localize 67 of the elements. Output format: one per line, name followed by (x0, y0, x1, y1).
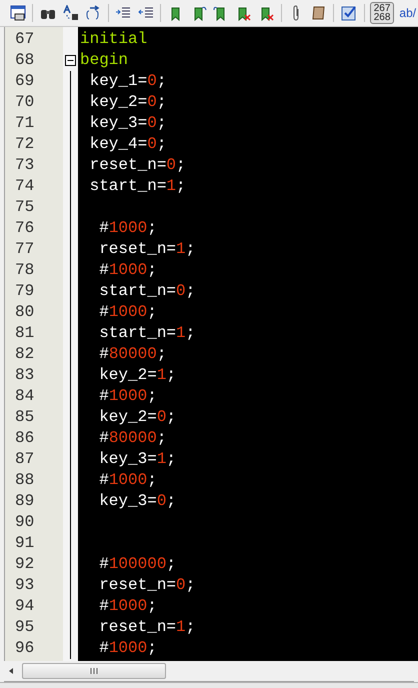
line-number: 69 (14, 71, 36, 92)
checkbox-icon (341, 5, 358, 21)
code-line: key_3=0; (98, 491, 178, 512)
line-number: 85 (14, 407, 36, 428)
scrollbar-thumb[interactable] (22, 663, 166, 679)
code-line: reset_n=0; (88, 155, 187, 176)
code-line: key_2=0; (88, 92, 168, 113)
line-number: 91 (14, 533, 36, 554)
collapse-icon[interactable] (65, 55, 76, 66)
line-number: 71 (14, 113, 36, 134)
code-line: #1000; (98, 302, 158, 323)
code-line: #1000; (98, 218, 158, 239)
code-line: key_3=1; (98, 449, 178, 470)
line-number: 72 (14, 134, 36, 155)
line-number: 82 (14, 344, 36, 365)
line-number: 89 (14, 491, 36, 512)
line-number: 78 (14, 260, 36, 281)
toolbar-button[interactable] (8, 3, 28, 23)
code-line: reset_n=1; (98, 617, 196, 638)
line-number: 81 (14, 323, 36, 344)
brace-arrow-icon (84, 5, 101, 21)
line-numbers-button[interactable]: 267 268 (370, 2, 394, 24)
line-number: 87 (14, 449, 36, 470)
line-number: 88 (14, 470, 36, 491)
word-wrap-button[interactable]: ab/ (397, 6, 418, 20)
code-line: #80000; (98, 344, 168, 365)
code-line: key_2=1; (98, 365, 178, 386)
line-number: 67 (14, 29, 36, 50)
line-number: 70 (14, 92, 36, 113)
code-line: #1000; (98, 386, 158, 407)
code-line: start_n=1; (88, 176, 187, 197)
line-number: 83 (14, 365, 36, 386)
code-line: #1000; (98, 260, 158, 281)
line-number: 77 (14, 239, 36, 260)
window-icon (10, 5, 26, 21)
code-line: #1000; (98, 596, 158, 617)
code-line: reset_n=1; (98, 239, 196, 260)
line-number: 84 (14, 386, 36, 407)
code-line: #1000; (98, 638, 158, 659)
line-number: 79 (14, 281, 36, 302)
line-number: 94 (14, 596, 36, 617)
line-number: 93 (14, 575, 36, 596)
toolbar-button[interactable] (60, 3, 80, 23)
line-number: 96 (14, 638, 36, 659)
code-line: key_1=0; (88, 71, 168, 92)
line-number: 86 (14, 428, 36, 449)
code-line: #100000; (98, 554, 178, 575)
line-number: 92 (14, 554, 36, 575)
line-number: 80 (14, 302, 36, 323)
code-line: key_4=0; (88, 134, 168, 155)
line-number: 95 (14, 617, 36, 638)
code-line: key_3=0; (88, 113, 168, 134)
code-area[interactable] (78, 27, 418, 661)
line-number: 76 (14, 218, 36, 239)
line-number: 73 (14, 155, 36, 176)
line-number: 90 (14, 512, 36, 533)
code-line: initial (80, 29, 148, 50)
code-line: #80000; (98, 428, 168, 449)
code-line: reset_n=0; (98, 575, 196, 596)
code-line: begin (80, 50, 130, 71)
code-line: key_2=0; (98, 407, 178, 428)
line-number: 68 (14, 50, 36, 71)
code-line: start_n=1; (98, 323, 196, 344)
code-line: #1000; (98, 470, 158, 491)
line-number: 75 (14, 197, 36, 218)
line-number: 74 (14, 176, 36, 197)
code-line: start_n=0; (98, 281, 196, 302)
